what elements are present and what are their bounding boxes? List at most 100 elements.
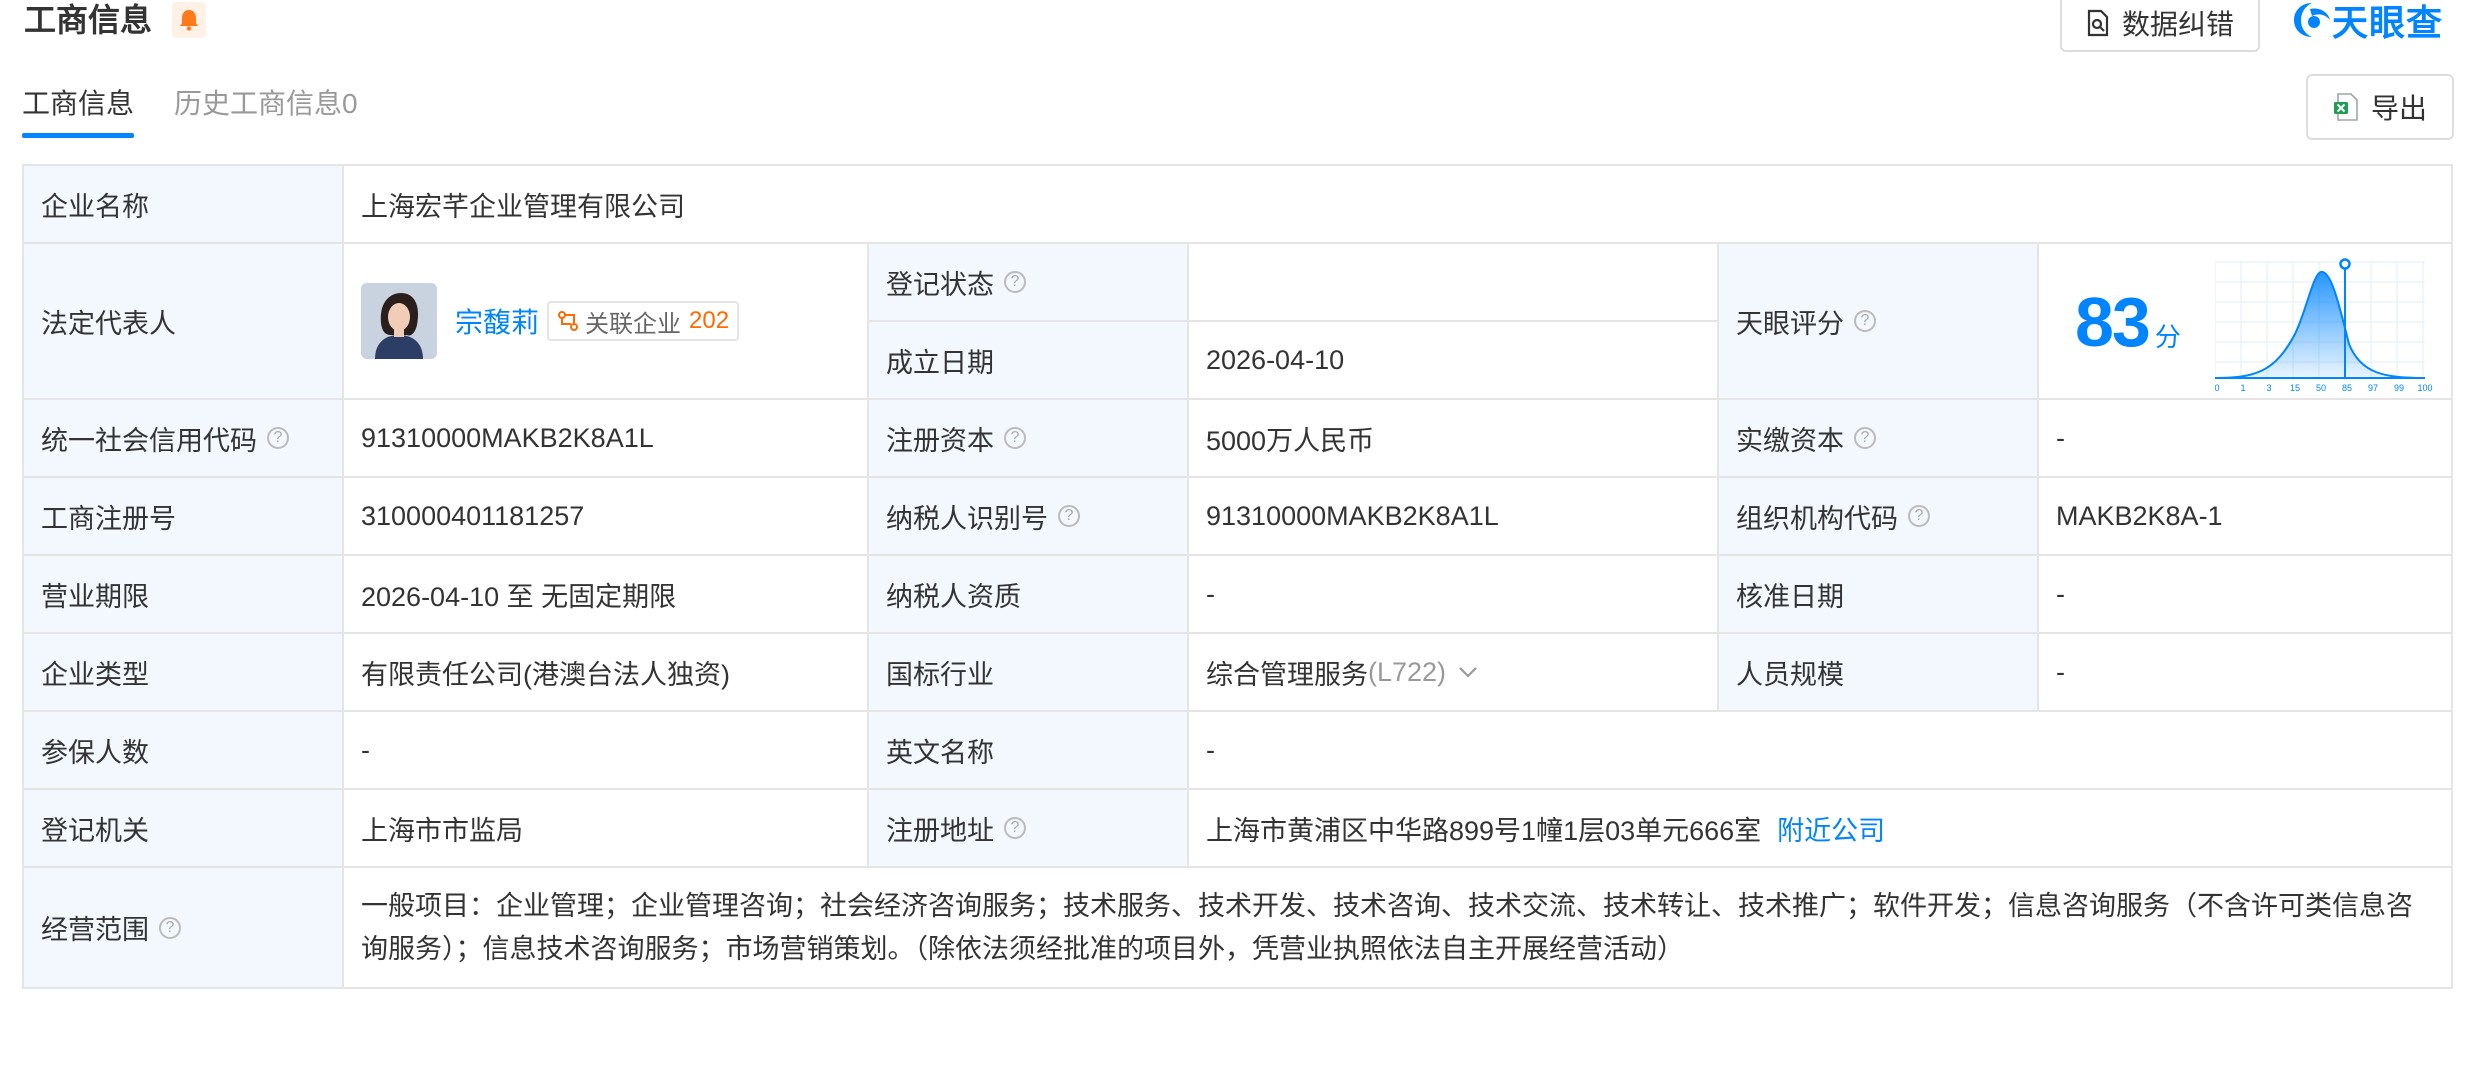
insured-value: -	[344, 712, 869, 790]
score-axis-tick: 85	[2342, 383, 2352, 393]
score-axis-tick: 100	[2417, 383, 2432, 393]
help-icon[interactable]: ?	[1004, 271, 1026, 293]
help-icon[interactable]: ?	[1004, 817, 1026, 839]
term-value: 2026-04-10 至 无固定期限	[344, 556, 869, 634]
authority-value: 上海市市监局	[344, 790, 869, 868]
reg-no-label: 工商注册号	[24, 478, 344, 556]
score-label: 天眼评分	[1736, 308, 1844, 339]
excel-icon	[2333, 93, 2358, 121]
industry-value: 综合管理服务	[1206, 659, 1368, 690]
score-cell[interactable]: 83 分 0 1 3 15 50 85 97 99 100	[2039, 244, 2451, 400]
english-name-value: -	[1189, 712, 2451, 790]
taxpayer-id-label: 纳税人识别号	[886, 503, 1048, 534]
data-correction-button[interactable]: 数据纠错	[2060, 0, 2260, 52]
bell-icon	[180, 10, 198, 31]
legal-rep-cell: 宗馥莉 关联企业 202	[344, 244, 869, 400]
score-axis-tick: 50	[2316, 383, 2326, 393]
address-label: 注册地址	[886, 815, 994, 846]
staff-size-label: 人员规模	[1719, 634, 2039, 712]
scope-value: 一般项目：企业管理；企业管理咨询；社会经济咨询服务；技术服务、技术开发、技术咨询…	[361, 890, 2413, 964]
english-name-label: 英文名称	[869, 712, 1189, 790]
score-unit: 分	[2154, 322, 2181, 352]
approval-date-label: 核准日期	[1719, 556, 2039, 634]
data-correction-label: 数据纠错	[2121, 9, 2234, 40]
related-companies-label: 关联企业	[585, 310, 682, 338]
taxpayer-id-value: 91310000MAKB2K8A1L	[1189, 478, 1719, 556]
help-icon[interactable]: ?	[1004, 427, 1026, 449]
approval-date-value: -	[2039, 556, 2451, 634]
reg-capital-label: 注册资本	[886, 425, 994, 456]
related-companies-count: 202	[689, 307, 730, 334]
scope-label-cell: 经营范围 ?	[24, 868, 344, 987]
help-icon[interactable]: ?	[1854, 427, 1876, 449]
score-axis-tick: 15	[2290, 383, 2300, 393]
help-icon[interactable]: ?	[267, 427, 289, 449]
industry-code: (L722)	[1368, 656, 1447, 687]
chevron-down-icon[interactable]	[1458, 665, 1478, 679]
monitor-bell-button[interactable]	[172, 2, 206, 38]
help-icon[interactable]: ?	[1058, 505, 1080, 527]
score-display: 83 分	[2075, 282, 2181, 362]
export-label: 导出	[2370, 93, 2427, 124]
org-code-label-cell: 组织机构代码 ?	[1719, 478, 2039, 556]
help-icon[interactable]: ?	[1908, 505, 1930, 527]
score-distribution-chart: 0 1 3 15 50 85 97 99 100	[2215, 258, 2433, 393]
tab-history-business-info[interactable]: 历史工商信息0	[174, 84, 358, 124]
taxpayer-id-label-cell: 纳税人识别号 ?	[869, 478, 1189, 556]
related-companies-tag[interactable]: 关联企业 202	[547, 301, 740, 341]
business-info-table: 企业名称 上海宏芊企业管理有限公司 法定代表人 宗馥莉 关联企业 202 登记状…	[22, 164, 2453, 989]
industry-label: 国标行业	[869, 634, 1189, 712]
export-button[interactable]: 导出	[2306, 74, 2454, 140]
uscc-label: 统一社会信用代码	[41, 425, 257, 456]
taxpayer-qual-label: 纳税人资质	[869, 556, 1189, 634]
logo-eye-icon	[2294, 3, 2330, 37]
legal-rep-avatar[interactable]	[361, 283, 437, 359]
reg-status-label-cell: 登记状态 ?	[869, 244, 1189, 322]
logo-text: 天眼查	[2332, 2, 2444, 43]
address-value: 上海市黄浦区中华路899号1幢1层03单元666室	[1206, 815, 1762, 846]
help-icon[interactable]: ?	[1854, 310, 1876, 332]
scope-label: 经营范围	[41, 915, 149, 945]
tianyancha-logo: 天眼查	[2292, 0, 2443, 43]
help-icon[interactable]: ?	[159, 916, 181, 939]
term-label: 营业期限	[24, 556, 344, 634]
uscc-value: 91310000MAKB2K8A1L	[344, 400, 869, 478]
score-axis-tick: 99	[2394, 383, 2404, 393]
staff-size-value: -	[2039, 634, 2451, 712]
insured-label: 参保人数	[24, 712, 344, 790]
org-code-value: MAKB2K8A-1	[2039, 478, 2451, 556]
company-name-label: 企业名称	[24, 166, 344, 244]
legal-rep-name-link[interactable]: 宗馥莉	[455, 301, 539, 341]
org-code-label: 组织机构代码	[1736, 503, 1898, 534]
reg-status-value	[1189, 244, 1719, 322]
founded-label: 成立日期	[869, 322, 1189, 400]
reg-no-value: 310000401181257	[344, 478, 869, 556]
company-type-value: 有限责任公司(港澳台法人独资)	[344, 634, 869, 712]
tab-business-info[interactable]: 工商信息	[22, 84, 134, 124]
person-photo-icon	[361, 283, 437, 359]
score-value: 83	[2075, 283, 2151, 361]
industry-cell[interactable]: 综合管理服务 (L722)	[1189, 634, 1719, 712]
uscc-label-cell: 统一社会信用代码 ?	[24, 400, 344, 478]
nearby-companies-link[interactable]: 附近公司	[1777, 809, 1885, 848]
paid-capital-label-cell: 实缴资本 ?	[1719, 400, 2039, 478]
company-name-value: 上海宏芊企业管理有限公司	[344, 166, 2451, 244]
authority-label: 登记机关	[24, 790, 344, 868]
legal-rep-label: 法定代表人	[24, 244, 344, 400]
address-cell: 上海市黄浦区中华路899号1幢1层03单元666室 附近公司	[1189, 790, 2451, 868]
paid-capital-label: 实缴资本	[1736, 425, 1844, 456]
document-edit-icon	[2087, 9, 2109, 37]
score-axis-tick: 0	[2215, 383, 2220, 393]
score-label-cell: 天眼评分 ?	[1719, 244, 2039, 400]
score-axis-tick: 1	[2240, 383, 2245, 393]
score-axis-tick: 97	[2368, 383, 2378, 393]
company-type-label: 企业类型	[24, 634, 344, 712]
section-title: 工商信息	[24, 2, 153, 38]
paid-capital-value: -	[2039, 400, 2451, 478]
score-marker-dot	[2339, 258, 2351, 270]
relation-graph-icon	[558, 311, 579, 331]
score-axis-tick: 3	[2266, 383, 2271, 393]
active-tab-indicator	[22, 133, 134, 138]
reg-capital-value: 5000万人民币	[1189, 400, 1719, 478]
taxpayer-qual-value: -	[1189, 556, 1719, 634]
